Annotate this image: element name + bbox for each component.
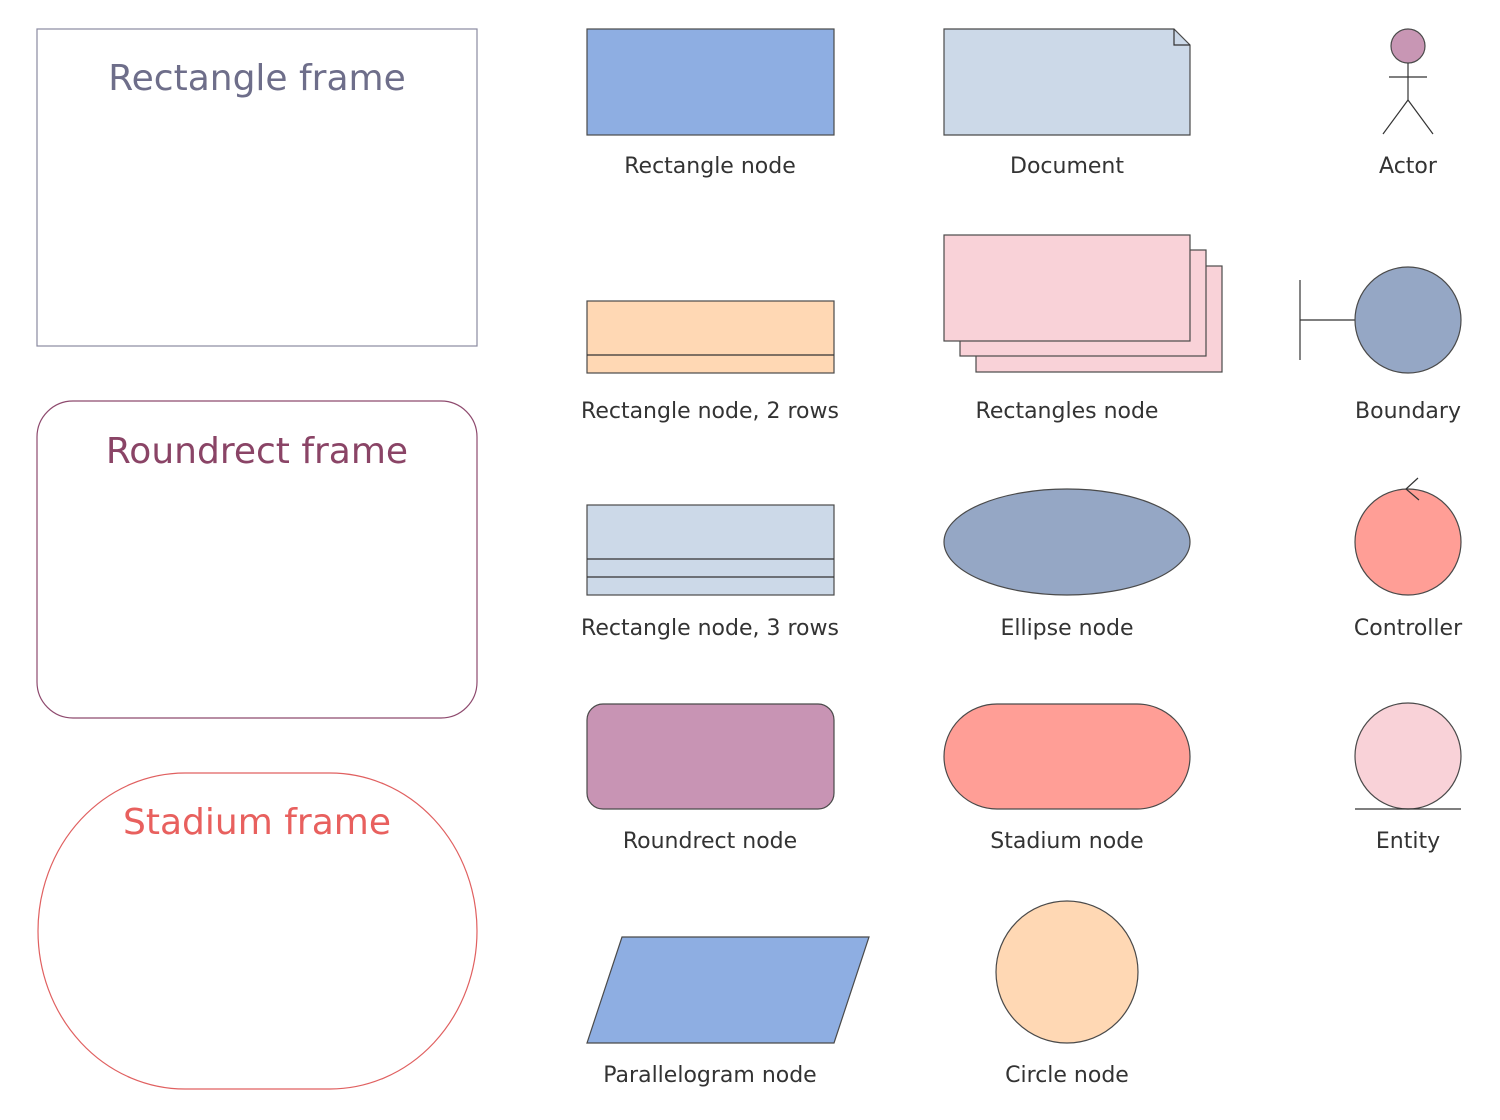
roundrect-frame[interactable]: Roundrect frame [36,400,478,719]
roundrect-node-label: Roundrect node [623,829,797,854]
roundrect-node-shape [586,703,835,810]
circle-node-label: Circle node [1005,1063,1129,1088]
actor-right-leg-icon [1407,99,1434,135]
entity-node[interactable]: Entity [1354,702,1462,854]
controller-node[interactable]: Controller [1354,477,1463,641]
document-node-label: Document [1010,154,1124,179]
controller-node-label: Controller [1354,616,1463,641]
boundary-node-label: Boundary [1355,399,1461,424]
rectangle-node-label: Rectangle node [624,154,796,179]
rectangle-node-2-rows-label: Rectangle node, 2 rows [581,399,839,424]
boundary-node[interactable]: Boundary [1299,266,1462,424]
ellipse-node-label: Ellipse node [1000,616,1133,641]
ellipse-node-shape [943,488,1191,596]
stadium-frame[interactable]: Stadium frame [37,772,478,1090]
roundrect-frame-title: Roundrect frame [106,431,408,472]
entity-node-label: Entity [1376,829,1440,854]
rectangle-frame-title: Rectangle frame [108,58,406,99]
rectangle-node-2-rows[interactable]: Rectangle node, 2 rows [581,300,839,424]
rectangles-node[interactable]: Rectangles node [943,234,1223,424]
actor-head-icon [1390,28,1426,64]
diagram-canvas: Rectangle frame Roundrect frame Stadium … [36,28,1463,1090]
document-node-shape [943,28,1191,136]
actor-left-leg-icon [1382,99,1409,135]
parallelogram-node-shape [586,936,870,1044]
stadium-frame-title: Stadium frame [123,802,391,843]
actor-node-label: Actor [1379,154,1438,179]
rectangle-frame[interactable]: Rectangle frame [36,28,478,347]
rectangle-node-shape [586,28,835,136]
rectangle-node[interactable]: Rectangle node [586,28,835,179]
entity-node-shape [1354,702,1462,810]
rectangle-node-3-rows-shape [586,504,835,596]
boundary-node-shape [1354,266,1462,374]
actor-node[interactable]: Actor [1379,28,1438,179]
controller-node-shape [1354,488,1462,596]
parallelogram-node-label: Parallelogram node [603,1063,816,1088]
stadium-node-shape [943,703,1191,810]
rectangle-node-3-rows-label: Rectangle node, 3 rows [581,616,839,641]
stadium-node-label: Stadium node [990,829,1143,854]
rectangle-node-2-rows-shape [586,300,835,374]
rectangle-node-3-rows[interactable]: Rectangle node, 3 rows [581,504,839,641]
rectangles-node-label: Rectangles node [976,399,1159,424]
ellipse-node[interactable]: Ellipse node [943,488,1191,641]
rectangles-node-front-shape [943,234,1191,342]
circle-node[interactable]: Circle node [995,900,1139,1088]
circle-node-shape [995,900,1139,1044]
parallelogram-node[interactable]: Parallelogram node [586,936,870,1088]
document-node[interactable]: Document [943,28,1191,179]
stadium-node[interactable]: Stadium node [943,703,1191,854]
roundrect-node[interactable]: Roundrect node [586,703,835,854]
